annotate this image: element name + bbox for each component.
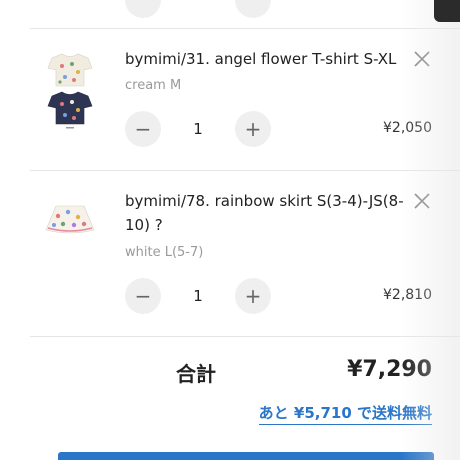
cart-item: bymimi/78. rainbow skirt S(3-4)-JS(8-10)… <box>0 180 460 330</box>
free-shipping-link[interactable]: あと ¥5,710 で送料無料 <box>258 402 432 425</box>
drawer-close-tab[interactable] <box>434 0 460 22</box>
quantity-decrease-button[interactable] <box>125 0 161 18</box>
product-variant: cream M <box>125 78 182 93</box>
product-title[interactable]: bymimi/78. rainbow skirt S(3-4)-JS(8-10)… <box>125 189 407 237</box>
close-icon <box>414 193 430 209</box>
line-price: ¥2,810 <box>383 287 432 303</box>
product-title[interactable]: bymimi/31. angel flower T-shirt S-XL <box>125 47 407 71</box>
quantity-increase-button[interactable]: + <box>235 111 271 147</box>
line-price: ¥2,050 <box>383 120 432 136</box>
remove-item-button[interactable] <box>412 191 432 211</box>
quantity-value: 1 <box>193 287 203 305</box>
quantity-stepper: − 1 + <box>125 111 271 147</box>
divider <box>30 336 460 337</box>
checkout-button[interactable] <box>58 452 434 460</box>
product-thumbnail[interactable] <box>38 50 102 130</box>
divider <box>30 170 460 171</box>
total-value: ¥7,290 <box>347 357 432 382</box>
quantity-decrease-button[interactable]: − <box>125 111 161 147</box>
cart-drawer: bymimi/31. angel flower T-shirt S-XL cre… <box>0 0 460 460</box>
remove-item-button[interactable] <box>412 49 432 69</box>
quantity-increase-button[interactable] <box>235 0 271 18</box>
total-label: 合計 <box>176 362 216 386</box>
product-variant: white L(5-7) <box>125 245 204 260</box>
cart-item: bymimi/31. angel flower T-shirt S-XL cre… <box>0 44 460 170</box>
divider <box>30 28 460 29</box>
quantity-value: 1 <box>193 120 203 138</box>
quantity-stepper: − 1 + <box>125 278 271 314</box>
product-thumbnail[interactable] <box>38 200 102 240</box>
quantity-decrease-button[interactable]: − <box>125 278 161 314</box>
close-icon <box>414 51 430 67</box>
quantity-increase-button[interactable]: + <box>235 278 271 314</box>
